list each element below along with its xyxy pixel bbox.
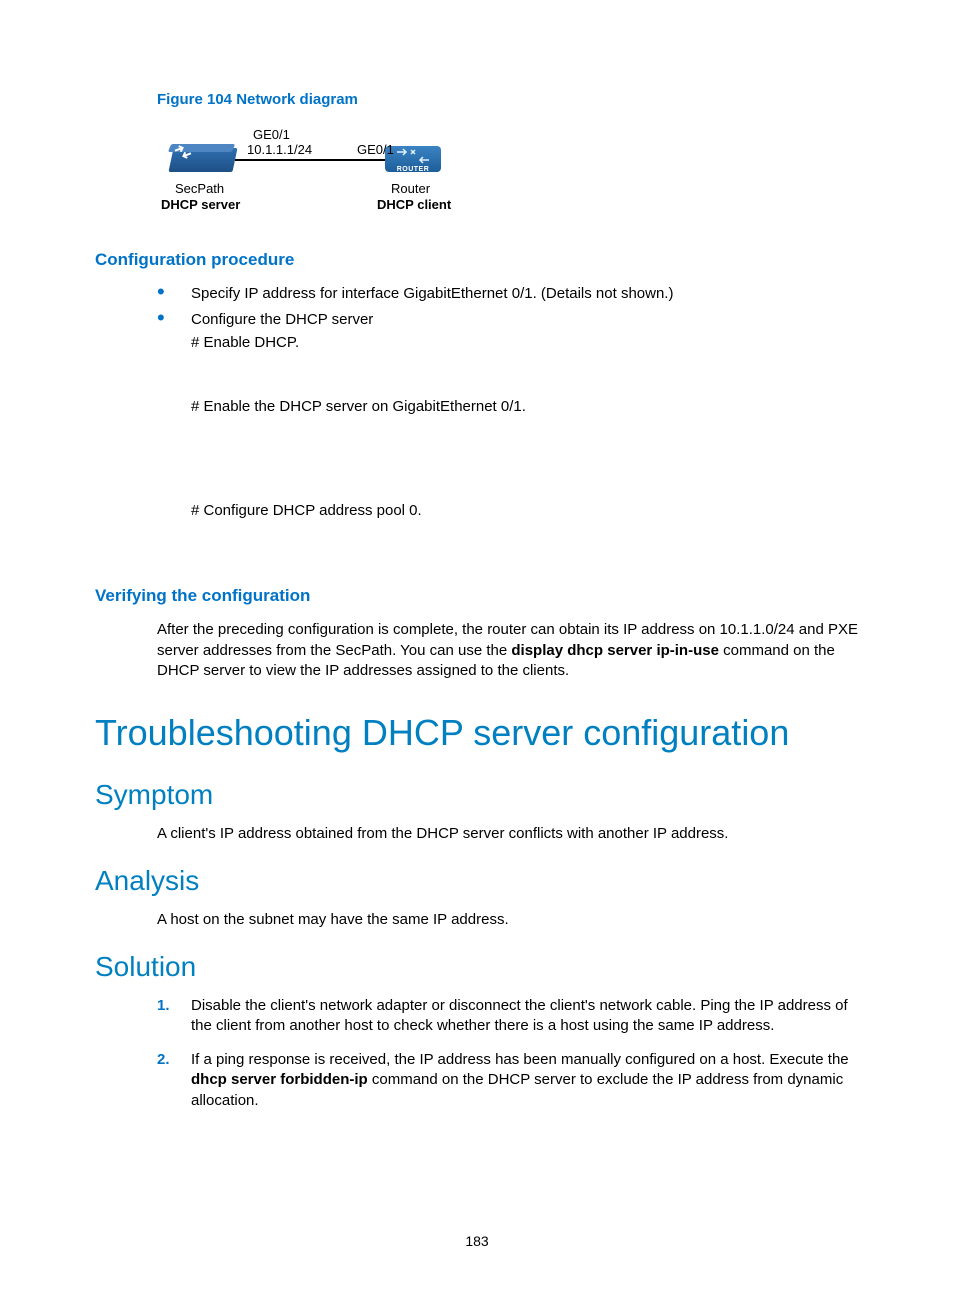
solution-text-head: If a ping response is received, the IP a… (191, 1051, 849, 1068)
config-procedure-heading: Configuration procedure (95, 249, 865, 272)
left-device-role: DHCP server (161, 196, 240, 214)
router-badge: ROUTER (385, 165, 441, 174)
step-text: # Configure DHCP address pool 0. (191, 501, 865, 521)
network-diagram: ROUTER GE0/1 10.1.1.1/24 GE0/1 SecPath D… (169, 124, 469, 219)
right-interface-label: GE0/1 (357, 141, 394, 159)
step-text: # Enable the DHCP server on GigabitEther… (191, 397, 865, 417)
left-device-name: SecPath (175, 180, 224, 198)
step-number: 1. (157, 996, 170, 1016)
solution-list: 1. Disable the client's network adapter … (95, 996, 865, 1111)
verify-heading: Verifying the configuration (95, 585, 865, 608)
page-number: 183 (0, 1232, 954, 1251)
list-item: Configure the DHCP server (95, 310, 865, 330)
symptom-text: A client's IP address obtained from the … (157, 824, 865, 844)
right-device-role: DHCP client (377, 196, 451, 214)
list-item: 2. If a ping response is received, the I… (95, 1050, 865, 1111)
left-ip-label: 10.1.1.1/24 (247, 141, 312, 159)
step-text: # Enable DHCP. (191, 333, 865, 353)
verify-paragraph: After the preceding configuration is com… (157, 620, 865, 681)
figure-block: Figure 104 Network diagram ROUTER G (157, 90, 865, 219)
list-item: 1. Disable the client's network adapter … (95, 996, 865, 1037)
figure-caption: Figure 104 Network diagram (157, 90, 865, 110)
step-number: 2. (157, 1050, 170, 1070)
solution-command: dhcp server forbidden-ip (191, 1071, 368, 1088)
bullet-text: Configure the DHCP server (191, 311, 373, 328)
verify-command: display dhcp server ip-in-use (511, 642, 719, 659)
bullet-text: Specify IP address for interface Gigabit… (191, 285, 673, 302)
analysis-text: A host on the subnet may have the same I… (157, 910, 865, 930)
solution-text: Disable the client's network adapter or … (191, 997, 848, 1034)
solution-heading: Solution (95, 948, 865, 986)
link-line-icon (235, 159, 385, 161)
analysis-heading: Analysis (95, 862, 865, 900)
config-bullets: Specify IP address for interface Gigabit… (95, 284, 865, 331)
symptom-heading: Symptom (95, 776, 865, 814)
page-content: Figure 104 Network diagram ROUTER G (95, 90, 865, 1125)
list-item: Specify IP address for interface Gigabit… (95, 284, 865, 304)
right-device-name: Router (391, 180, 430, 198)
troubleshoot-title: Troubleshooting DHCP server configuratio… (95, 709, 865, 758)
